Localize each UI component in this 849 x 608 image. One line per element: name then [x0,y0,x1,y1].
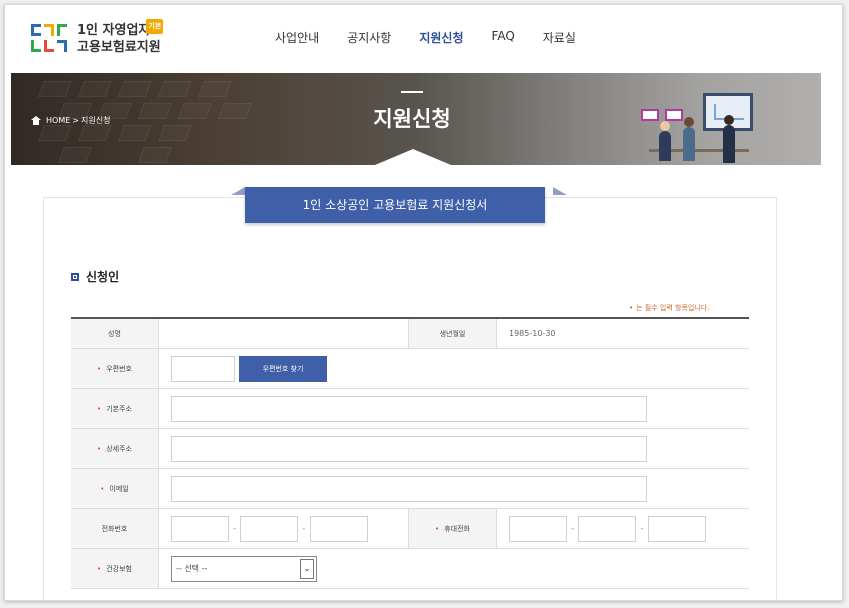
name-label: 성명 [71,319,159,348]
breadcrumb: HOME > 지원신청 [31,115,110,126]
page-title: 지원신청 [373,107,451,131]
site-header: 1인 자영업자기본 고용보험료지원 사업안내 공지사항 지원신청 FAQ 자료실 [5,5,842,73]
table-row: • 기본주소 [71,389,749,429]
logo-text: 1인 자영업자기본 고용보험료지원 [77,19,164,55]
breadcrumb-separator: > [72,116,79,125]
home-icon[interactable] [31,116,41,125]
logo-line2: 고용보험료지원 [77,40,161,55]
nav-item-notice[interactable]: 공지사항 [347,29,391,46]
name-value [159,319,409,348]
address-label: • 기본주소 [71,389,159,428]
birth-value: 1985-10-30 [509,329,556,338]
detail-address-label: • 상세주소 [71,429,159,468]
mobile-input-3[interactable] [647,515,706,542]
nav-item-faq[interactable]: FAQ [492,29,515,46]
section-title: 신청인 [71,268,119,285]
table-row: 성명 생년월일 1985-10-30 [71,319,749,349]
insurance-label: • 건강보험 [71,549,159,588]
banner-title-line [401,91,423,93]
address-input[interactable] [171,395,647,422]
logo-badge: 기본 [146,19,164,34]
zip-input[interactable] [171,355,235,382]
mobile-label: • 휴대전화 [409,509,497,548]
form-title: 1인 소상공인 고용보험료 지원신청서 [245,187,545,223]
chevron-down-icon[interactable]: ⌄ [300,558,314,579]
form-title-banner: 1인 소상공인 고용보험료 지원신청서 [231,187,567,223]
mobile-input-2[interactable] [578,515,637,542]
required-note: • 는 필수 입력 항목입니다. [629,303,709,313]
square-bullet-icon [71,272,79,281]
table-row: • 상세주소 [71,429,749,469]
phone-input-2[interactable] [240,515,299,542]
nav-item-apply[interactable]: 지원신청 [419,29,463,46]
applicant-form-table: 성명 생년월일 1985-10-30 • 우편번호 우편번호 찾기 • 기본주소 •… [71,317,749,589]
banner-illustration [639,91,759,165]
browser-frame: 1인 자영업자기본 고용보험료지원 사업안내 공지사항 지원신청 FAQ 자료실 [4,4,843,601]
required-note-text: 는 필수 입력 항목입니다. [636,304,710,312]
phone-label: 전화번호 [71,509,159,548]
nav-item-about[interactable]: 사업안내 [275,29,319,46]
insurance-select[interactable]: -- 선택 -- ⌄ [171,555,317,582]
logo-line1: 1인 자영업자 [77,23,151,38]
detail-address-input[interactable] [171,435,647,462]
mobile-input-1[interactable] [509,515,567,542]
zip-label: • 우편번호 [71,349,159,388]
page-banner: HOME > 지원신청 지원신청 [11,73,821,165]
phone-input-1[interactable] [171,515,229,542]
breadcrumb-home[interactable]: HOME [46,116,70,125]
table-row: • 건강보험 -- 선택 -- ⌄ [71,549,749,589]
site-logo[interactable]: 1인 자영업자기본 고용보험료지원 [31,19,164,59]
phone-input-3[interactable] [309,515,368,542]
email-label: • 이메일 [71,469,159,508]
table-row: • 우편번호 우편번호 찾기 [71,349,749,389]
section-title-text: 신청인 [86,270,120,284]
nav-item-library[interactable]: 자료실 [543,29,576,46]
table-row: 전화번호 - - • 휴대전화 - - [71,509,749,549]
required-mark: • [629,304,634,312]
insurance-selected-value: -- 선택 -- [176,564,208,573]
main-nav: 사업안내 공지사항 지원신청 FAQ 자료실 [275,29,604,46]
banner-notch [375,149,451,165]
table-row: • 이메일 [71,469,749,509]
zip-search-button[interactable]: 우편번호 찾기 [239,355,327,382]
logo-mark-icon [31,22,71,56]
birth-label: 생년월일 [409,319,497,348]
breadcrumb-current: 지원신청 [80,116,111,125]
email-input[interactable] [171,475,647,502]
